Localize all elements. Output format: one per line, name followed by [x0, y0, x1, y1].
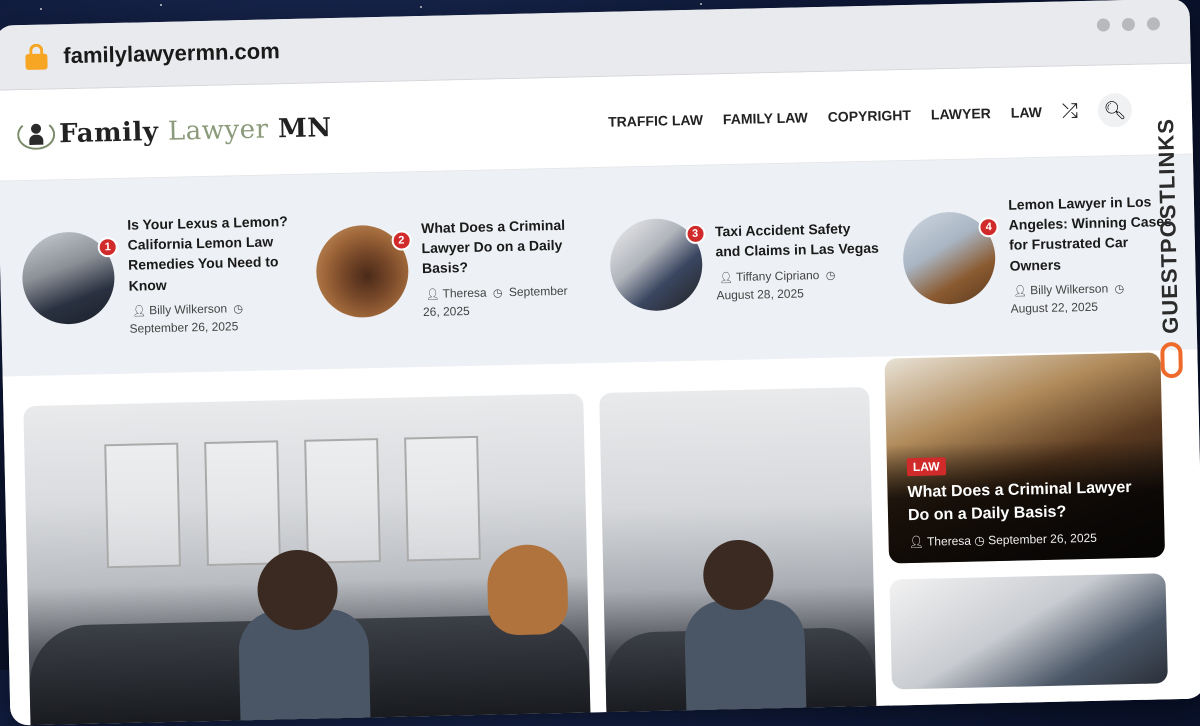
post-author[interactable]: Billy Wilkerson	[1030, 281, 1108, 297]
user-icon: 👤︎	[908, 534, 925, 550]
clock-icon: ◷	[233, 302, 244, 316]
nav-traffic-law[interactable]: TRAFFIC LAW	[608, 112, 703, 130]
user-icon: 👤︎	[1013, 285, 1028, 298]
trending-item[interactable]: 1 Is Your Lexus a Lemon? California Lemo…	[8, 175, 306, 377]
link-icon	[1160, 341, 1183, 379]
browser-window: familylawyermn.com Family Lawyer MN TRAF	[0, 0, 1200, 726]
window-dot[interactable]	[1121, 17, 1136, 32]
logo-word-family: Family	[58, 117, 159, 150]
clock-icon: ◷	[974, 533, 985, 548]
sidebar-posts: LAW What Does a Criminal Lawyer Do on a …	[884, 352, 1168, 716]
post-meta: 👤︎ Theresa ◷ September 26, 2025	[908, 530, 1144, 549]
logo-text: Family Lawyer MN	[59, 113, 332, 149]
rank-badge: 2	[391, 229, 412, 251]
secondary-featured-image[interactable]	[599, 386, 877, 723]
nav-law[interactable]: LAW	[1011, 104, 1042, 121]
post-date: September 26, 2025	[988, 530, 1098, 548]
post-author[interactable]: Billy Wilkerson	[149, 301, 227, 317]
clock-icon: ◷	[825, 269, 836, 282]
window-controls	[1096, 17, 1161, 32]
main-content: LAW What Does a Criminal Lawyer Do on a …	[2, 349, 1200, 726]
trending-thumbnail[interactable]: 2	[315, 223, 412, 318]
nav-lawyer[interactable]: LAWYER	[931, 105, 991, 122]
url-text[interactable]: familylawyermn.com	[63, 38, 280, 69]
trending-title[interactable]: Is Your Lexus a Lemon? California Lemon …	[127, 211, 293, 296]
website: Family Lawyer MN TRAFFIC LAW FAMILY LAW …	[0, 63, 1200, 726]
watermark-text: GUESTPOSTLINKS	[1153, 117, 1183, 335]
shuffle-icon[interactable]: ⤮	[1062, 100, 1079, 123]
post-meta: 👤︎ Theresa ◷ September 26, 2025	[422, 281, 587, 321]
user-icon: 👤︎	[132, 305, 147, 318]
trending-thumbnail[interactable]: 4	[902, 210, 999, 305]
clock-icon: ◷	[1114, 282, 1125, 296]
window-dot[interactable]	[1146, 17, 1161, 31]
trending-title[interactable]: What Does a Criminal Lawyer Do on a Dail…	[421, 214, 586, 279]
site-logo[interactable]: Family Lawyer MN	[16, 113, 332, 151]
trending-item[interactable]: 2 What Does a Criminal Lawyer Do on a Da…	[302, 168, 600, 370]
user-icon: 👤︎	[425, 288, 440, 301]
post-date: August 28, 2025	[716, 286, 805, 303]
nav-copyright[interactable]: COPYRIGHT	[828, 107, 912, 125]
trending-item[interactable]: 3 Taxi Accident Safety and Claims in Las…	[596, 161, 894, 363]
search-icon[interactable]: 🔍︎	[1097, 92, 1133, 128]
post-date: September 26, 2025	[129, 319, 239, 337]
trending-thumbnail[interactable]: 1	[21, 230, 118, 325]
trending-thumbnail[interactable]: 3	[608, 217, 706, 312]
main-nav: TRAFFIC LAW FAMILY LAW COPYRIGHT LAWYER …	[608, 92, 1133, 139]
post-author[interactable]: Tiffany Cipriano	[736, 268, 820, 284]
guestpostlinks-watermark: GUESTPOSTLINKS	[1146, 118, 1193, 419]
featured-image[interactable]	[23, 393, 591, 726]
logo-word-mn: MN	[277, 113, 332, 145]
user-icon: 👤︎	[718, 271, 734, 284]
sidebar-post-card[interactable]	[889, 573, 1168, 690]
rank-badge: 3	[684, 223, 706, 244]
clock-icon: ◷	[492, 286, 503, 300]
lock-icon	[25, 43, 48, 71]
window-dot[interactable]	[1096, 18, 1111, 32]
logo-word-lawyer: Lawyer	[167, 114, 269, 147]
sidebar-post-card[interactable]: LAW What Does a Criminal Lawyer Do on a …	[884, 352, 1166, 564]
trending-title[interactable]: Taxi Accident Safety and Claims in Las V…	[715, 218, 880, 262]
nav-family-law[interactable]: FAMILY LAW	[723, 109, 808, 127]
category-tag[interactable]: LAW	[906, 457, 946, 477]
post-date: August 22, 2025	[1010, 300, 1099, 317]
post-meta: 👤︎ Tiffany Cipriano ◷ August 28, 2025	[716, 264, 881, 304]
post-meta: 👤︎ Billy Wilkerson ◷ September 26, 2025	[129, 298, 294, 338]
logo-lawyer-icon	[16, 119, 56, 151]
trending-item[interactable]: 4 Lemon Lawyer in Los Angeles: Winning C…	[889, 155, 1187, 357]
post-author[interactable]: Theresa	[927, 534, 971, 549]
rank-badge: 1	[97, 236, 118, 257]
post-author[interactable]: Theresa	[442, 285, 486, 300]
rank-badge: 4	[978, 216, 999, 237]
sidebar-post-title[interactable]: What Does a Criminal Lawyer Do on a Dail…	[907, 477, 1144, 527]
trending-posts: 1 Is Your Lexus a Lemon? California Lemo…	[0, 154, 1198, 377]
